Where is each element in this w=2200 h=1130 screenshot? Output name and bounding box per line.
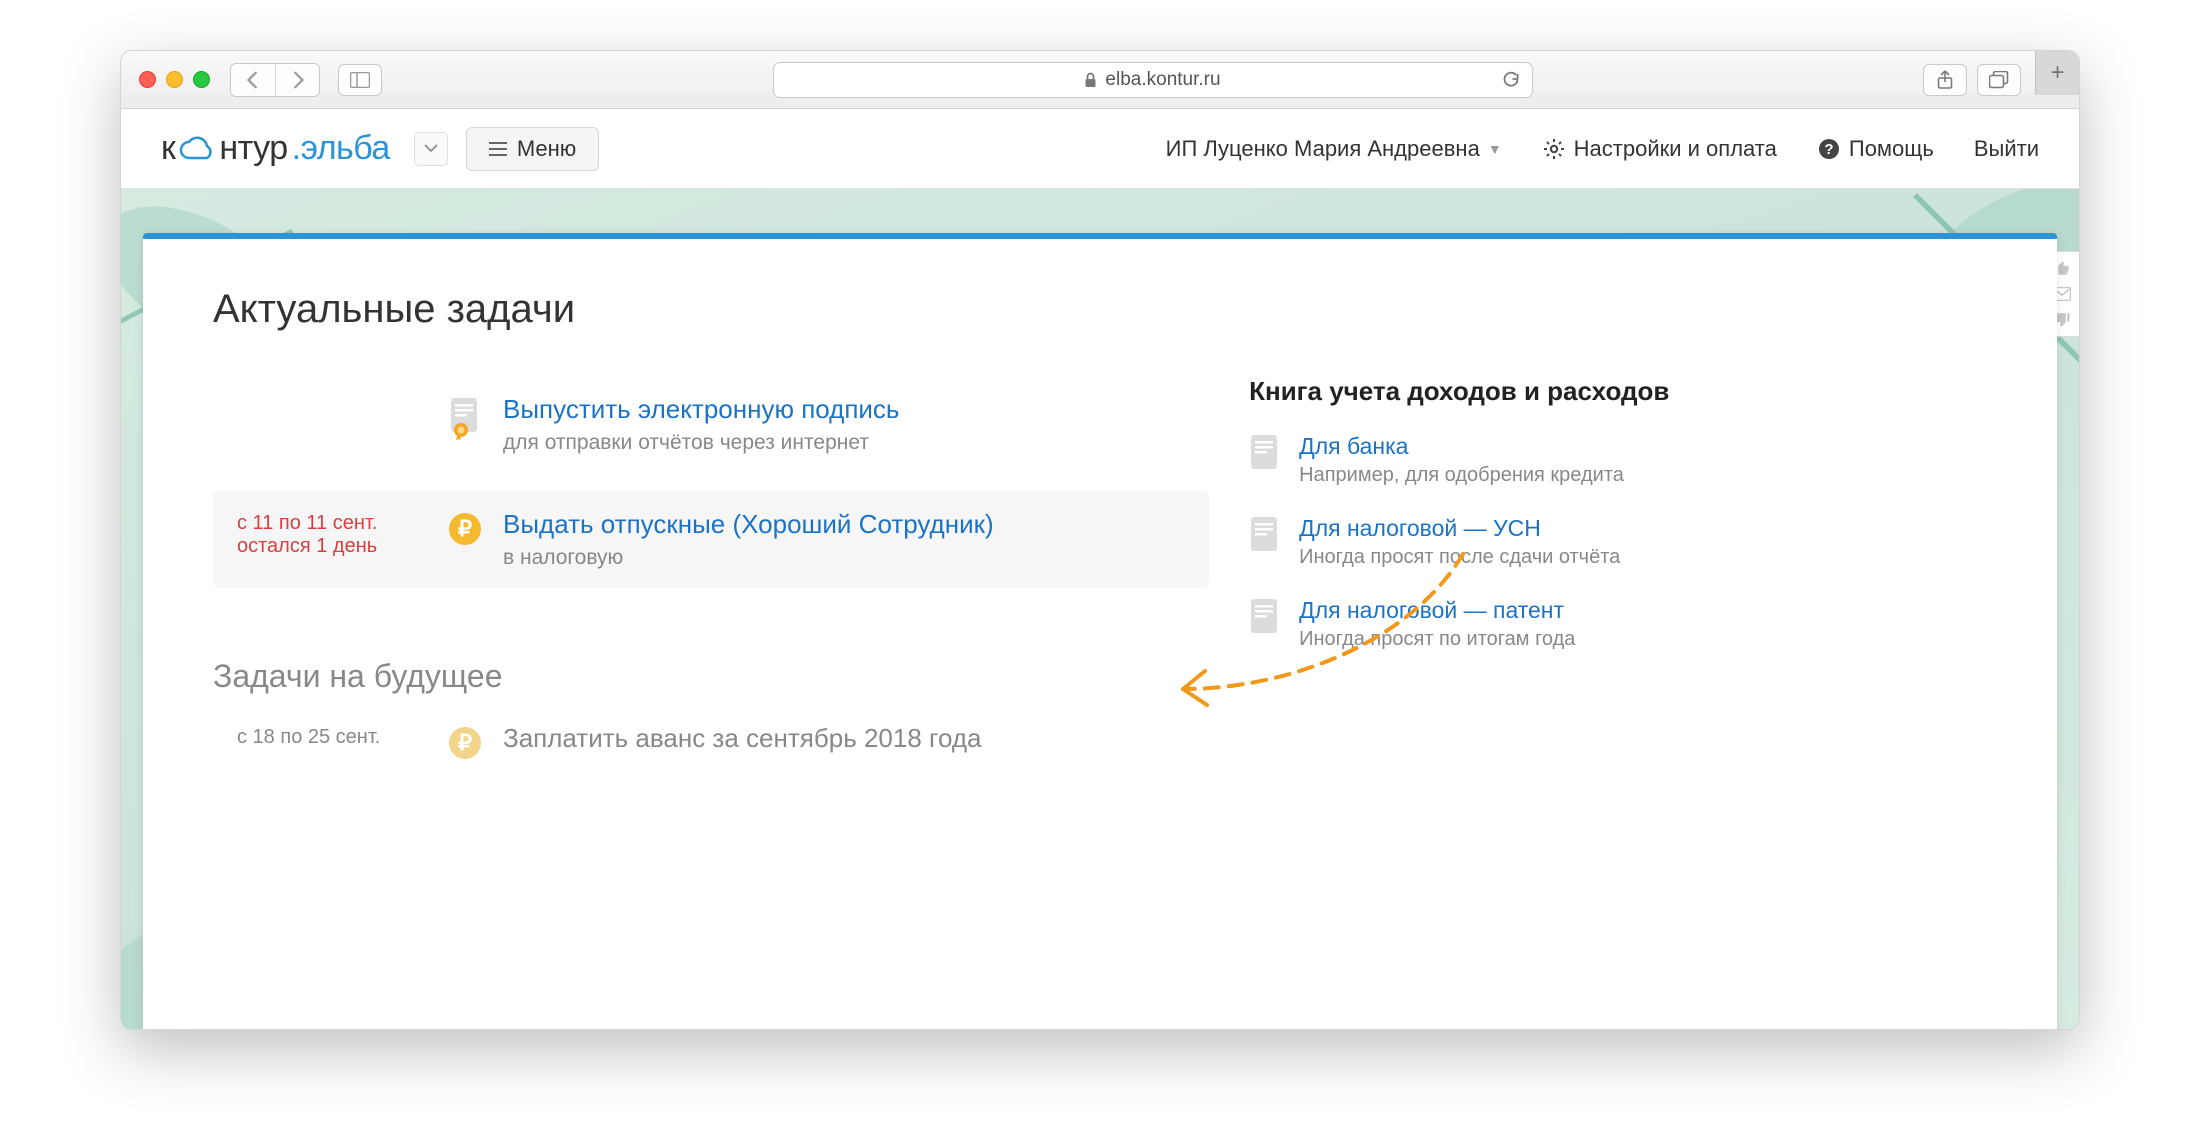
sidebar-item[interactable]: Для налоговой — патент Иногда просят по … — [1249, 597, 1987, 651]
help-link[interactable]: ? Помощь — [1817, 136, 1934, 162]
menu-button[interactable]: Меню — [466, 127, 599, 171]
window-controls — [139, 71, 210, 88]
document-icon — [1249, 597, 1279, 651]
account-picker[interactable]: ИП Луценко Мария Андреевна ▼ — [1166, 136, 1502, 162]
url-text: elba.kontur.ru — [1105, 69, 1220, 91]
sidebar-sub-text: Иногда просят по итогам года — [1299, 628, 1575, 651]
task-title: Выпустить электронную подпись — [503, 394, 1185, 425]
hamburger-icon — [489, 142, 507, 156]
task-subtitle: в налоговую — [503, 546, 1185, 570]
sidebar-item[interactable]: Для налоговой — УСН Иногда просят после … — [1249, 515, 1987, 569]
sidebar-link-text: Для банка — [1299, 433, 1624, 460]
sidebar-heading: Книга учета доходов и расходов — [1249, 376, 1987, 407]
help-icon: ? — [1817, 137, 1841, 161]
cloud-icon — [179, 136, 215, 162]
task-date: с 18 по 25 сент. — [237, 723, 427, 749]
svg-text:₽: ₽ — [458, 730, 472, 755]
document-cert-icon — [435, 394, 495, 440]
settings-link[interactable]: Настройки и оплата — [1542, 136, 1777, 162]
sidebar-toggle-button[interactable] — [338, 64, 382, 96]
forward-button[interactable] — [275, 64, 319, 96]
chevron-down-icon: ▼ — [1488, 141, 1502, 157]
app-header: к нтур .эльба Меню ИП Луценко Мария Андр… — [121, 109, 2079, 189]
logout-link[interactable]: Выйти — [1974, 136, 2039, 162]
sidebar-item[interactable]: Для банка Например, для одобрения кредит… — [1249, 433, 1987, 487]
task-item[interactable]: с 18 по 25 сент. ₽ Заплатить аванс за се… — [213, 723, 1209, 779]
task-date-remaining: остался 1 день — [237, 535, 427, 558]
task-subtitle: для отправки отчётов через интернет — [503, 431, 1185, 455]
logo-elba: .эльба — [292, 129, 390, 168]
maximize-window-icon[interactable] — [193, 71, 210, 88]
new-tab-button[interactable]: + — [2035, 51, 2079, 95]
content-background: Актуальные задачи — [121, 189, 2079, 1029]
nav-buttons — [230, 63, 320, 97]
ruble-icon: ₽ — [435, 509, 495, 547]
settings-label: Настройки и оплата — [1574, 136, 1777, 162]
current-tasks-heading: Актуальные задачи — [213, 287, 1987, 332]
sidebar-column: Книга учета доходов и расходов Для банка… — [1249, 376, 1987, 779]
logo[interactable]: к нтур .эльба — [161, 129, 390, 168]
task-item[interactable]: с 11 по 11 сент. остался 1 день ₽ Выдать… — [213, 491, 1209, 588]
document-icon — [1249, 433, 1279, 487]
menu-label: Меню — [517, 136, 576, 162]
task-date — [237, 394, 427, 397]
tasks-column: Выпустить электронную подпись для отправ… — [213, 376, 1209, 779]
sidebar-sub-text: Например, для одобрения кредита — [1299, 464, 1624, 487]
document-icon — [1249, 515, 1279, 569]
reload-icon[interactable] — [1502, 71, 1520, 89]
browser-toolbar: elba.kontur.ru + — [121, 51, 2079, 109]
help-label: Помощь — [1849, 136, 1934, 162]
task-title: Заплатить аванс за сентябрь 2018 года — [503, 723, 1185, 754]
gear-icon — [1542, 137, 1566, 161]
lock-icon — [1084, 72, 1097, 88]
task-item[interactable]: Выпустить электронную подпись для отправ… — [213, 376, 1209, 473]
svg-text:?: ? — [1824, 141, 1833, 158]
ruble-icon: ₽ — [435, 723, 495, 761]
logo-kontur-rest: нтур — [219, 129, 287, 168]
account-name: ИП Луценко Мария Андреевна — [1166, 136, 1480, 162]
logo-kontur-k: к — [161, 129, 175, 168]
sidebar-link-text: Для налоговой — УСН — [1299, 515, 1620, 542]
logout-label: Выйти — [1974, 136, 2039, 162]
future-tasks-heading: Задачи на будущее — [213, 658, 1209, 695]
task-date-range: с 11 по 11 сент. — [237, 512, 427, 535]
back-button[interactable] — [231, 64, 275, 96]
browser-window: elba.kontur.ru + к нтур .эльба — [120, 50, 2080, 1030]
close-window-icon[interactable] — [139, 71, 156, 88]
sidebar-sub-text: Иногда просят после сдачи отчёта — [1299, 546, 1620, 569]
svg-text:₽: ₽ — [458, 516, 472, 541]
address-bar[interactable]: elba.kontur.ru — [773, 62, 1533, 98]
share-button[interactable] — [1923, 64, 1967, 96]
tabs-button[interactable] — [1977, 64, 2021, 96]
sidebar-link-text: Для налоговой — патент — [1299, 597, 1575, 624]
main-card: Актуальные задачи — [143, 233, 2057, 1029]
task-date-range: с 18 по 25 сент. — [237, 726, 427, 749]
task-title: Выдать отпускные (Хороший Сотрудник) — [503, 509, 1185, 540]
task-date: с 11 по 11 сент. остался 1 день — [237, 509, 427, 558]
toolbar-right: + — [1923, 64, 2061, 96]
minimize-window-icon[interactable] — [166, 71, 183, 88]
product-switcher[interactable] — [414, 132, 448, 166]
